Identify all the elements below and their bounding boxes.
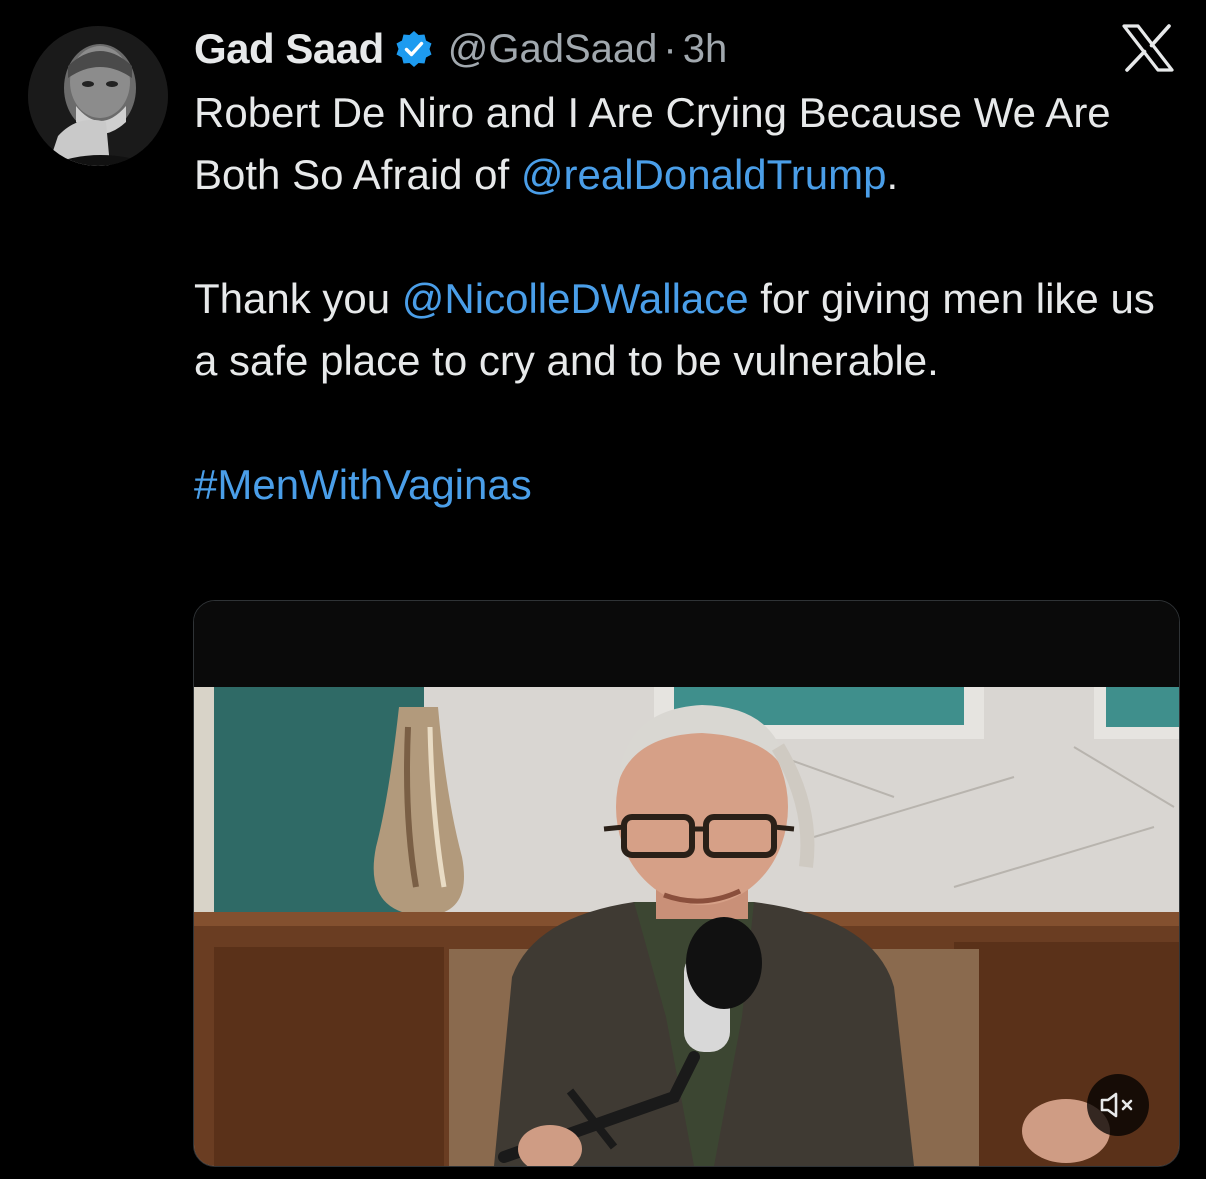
user-handle[interactable]: @GadSaad <box>448 27 658 72</box>
mention-link-nicolledwallace[interactable]: @NicolleDWallace <box>402 275 749 322</box>
video-letterbox-top <box>194 601 1179 687</box>
tweet-text: Robert De Niro and I Are Crying Because … <box>194 82 1184 516</box>
timestamp[interactable]: 3h <box>683 27 728 72</box>
mention-link-realdonaldtrump[interactable]: @realDonaldTrump <box>521 151 887 198</box>
mute-button[interactable] <box>1087 1074 1149 1136</box>
speaker-muted-icon <box>1100 1092 1133 1118</box>
x-logo-icon[interactable] <box>1122 24 1174 72</box>
tweet-paragraph-3: #MenWithVaginas <box>194 454 1184 516</box>
verified-badge-icon <box>394 29 434 69</box>
avatar-image <box>28 26 168 166</box>
hashtag-link[interactable]: #MenWithVaginas <box>194 461 532 508</box>
tweet-paragraph-1: Robert De Niro and I Are Crying Because … <box>194 82 1184 206</box>
display-name[interactable]: Gad Saad <box>194 25 384 73</box>
tweet-header: Gad Saad @GadSaad · 3h <box>194 22 727 76</box>
tweet-text-para2-start: Thank you <box>194 275 402 322</box>
separator-dot: · <box>663 26 677 71</box>
video-player[interactable] <box>193 600 1180 1167</box>
video-frame[interactable] <box>194 687 1179 1166</box>
avatar[interactable] <box>28 26 168 166</box>
tweet-paragraph-2: Thank you @NicolleDWallace for giving me… <box>194 268 1184 392</box>
tweet-text-period: . <box>886 151 899 198</box>
